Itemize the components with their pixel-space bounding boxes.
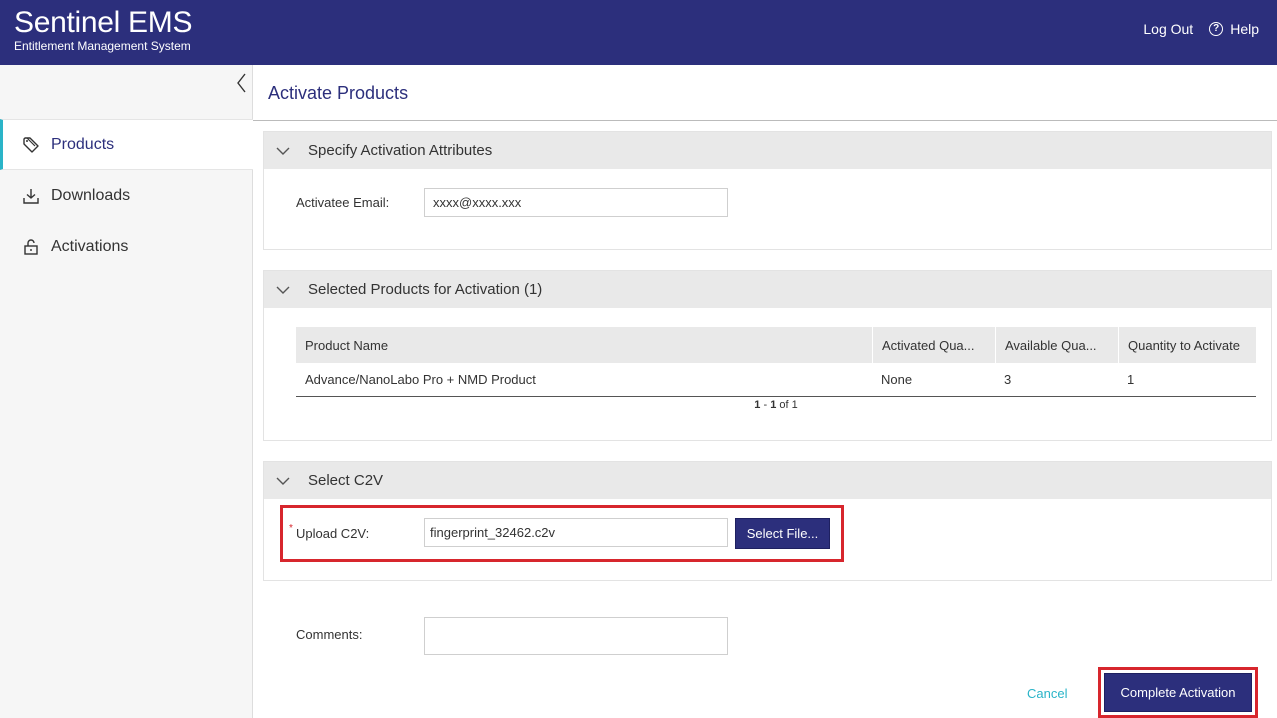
- sidebar-item-downloads[interactable]: Downloads: [0, 170, 253, 221]
- chevron-down-icon: [276, 147, 290, 155]
- select-c2v-panel: Select C2V * Upload C2V: fingerprint_324…: [263, 461, 1272, 581]
- comments-field[interactable]: [424, 617, 728, 655]
- tag-icon: [22, 136, 40, 154]
- activation-attributes-header[interactable]: Specify Activation Attributes: [264, 132, 1271, 169]
- selected-products-panel: Selected Products for Activation (1) Pro…: [263, 270, 1272, 441]
- cell-available-qty: 3: [1004, 372, 1012, 387]
- sidebar-item-products[interactable]: Products: [0, 119, 253, 170]
- help-icon: ?: [1209, 22, 1224, 36]
- column-header-available-qty[interactable]: Available Qua...: [995, 327, 1118, 363]
- title-divider: [253, 120, 1277, 121]
- cell-product-name: Advance/NanoLabo Pro + NMD Product: [305, 372, 536, 387]
- chevron-left-icon: [237, 73, 246, 93]
- column-header-qty-to-activate[interactable]: Quantity to Activate: [1118, 327, 1256, 363]
- pager-sep: -: [760, 399, 771, 411]
- brand-subtitle: Entitlement Management System: [14, 39, 191, 53]
- sidebar-item-label: Downloads: [51, 186, 131, 204]
- c2v-file-field[interactable]: fingerprint_32462.c2v: [424, 518, 728, 547]
- table-header: Product Name Activated Qua... Available …: [296, 327, 1256, 363]
- sidebar-item-activations[interactable]: Activations: [0, 221, 253, 272]
- column-header-product-name[interactable]: Product Name: [296, 327, 872, 363]
- panel-title: Selected Products for Activation (1): [308, 281, 543, 298]
- products-table: Product Name Activated Qua... Available …: [296, 327, 1256, 411]
- brand-logo: Sentinel EMS Entitlement Management Syst…: [14, 6, 192, 53]
- logout-link[interactable]: Log Out: [1143, 21, 1193, 37]
- select-c2v-header[interactable]: Select C2V: [264, 462, 1271, 499]
- help-label: Help: [1230, 21, 1259, 37]
- upload-c2v-label: Upload C2V:: [296, 526, 370, 541]
- select-file-button[interactable]: Select File...: [735, 518, 830, 549]
- brand-title: Sentinel EMS: [14, 6, 193, 39]
- email-field[interactable]: xxxx@xxxx.xxx: [424, 188, 728, 217]
- selected-products-header[interactable]: Selected Products for Activation (1): [264, 271, 1271, 308]
- unlock-icon: [22, 238, 40, 256]
- email-label: Activatee Email:: [296, 195, 390, 210]
- panel-title: Specify Activation Attributes: [308, 142, 493, 159]
- sidebar-item-label: Products: [51, 135, 115, 153]
- cell-qty-to-activate: 1: [1127, 372, 1135, 387]
- collapse-sidebar-button[interactable]: [234, 72, 250, 94]
- top-actions: Log Out ? Help: [1143, 21, 1259, 37]
- pagination-info: 1 - 1 of 1: [296, 399, 1256, 411]
- chevron-down-icon: [276, 286, 290, 294]
- comments-label: Comments:: [296, 627, 363, 642]
- cancel-button[interactable]: Cancel: [1027, 686, 1067, 701]
- download-icon: [22, 187, 40, 205]
- activation-attributes-panel: Specify Activation Attributes Activatee …: [263, 131, 1272, 250]
- table-row[interactable]: Advance/NanoLabo Pro + NMD Product None …: [296, 363, 1256, 397]
- main-content: Activate Products Specify Activation Att…: [253, 65, 1277, 718]
- page-title: Activate Products: [268, 83, 409, 103]
- top-bar: Sentinel EMS Entitlement Management Syst…: [0, 0, 1277, 65]
- cell-activated-qty: None: [881, 372, 913, 387]
- help-link[interactable]: ? Help: [1209, 21, 1259, 37]
- required-mark: *: [289, 523, 293, 534]
- panel-title: Select C2V: [308, 472, 384, 489]
- sidebar: Products Downloads Activations: [0, 65, 253, 718]
- sidebar-item-label: Activations: [51, 237, 129, 255]
- pager-total: of 1: [776, 399, 798, 411]
- complete-activation-button[interactable]: Complete Activation: [1104, 673, 1252, 712]
- chevron-down-icon: [276, 477, 290, 485]
- column-header-activated-qty[interactable]: Activated Qua...: [872, 327, 995, 363]
